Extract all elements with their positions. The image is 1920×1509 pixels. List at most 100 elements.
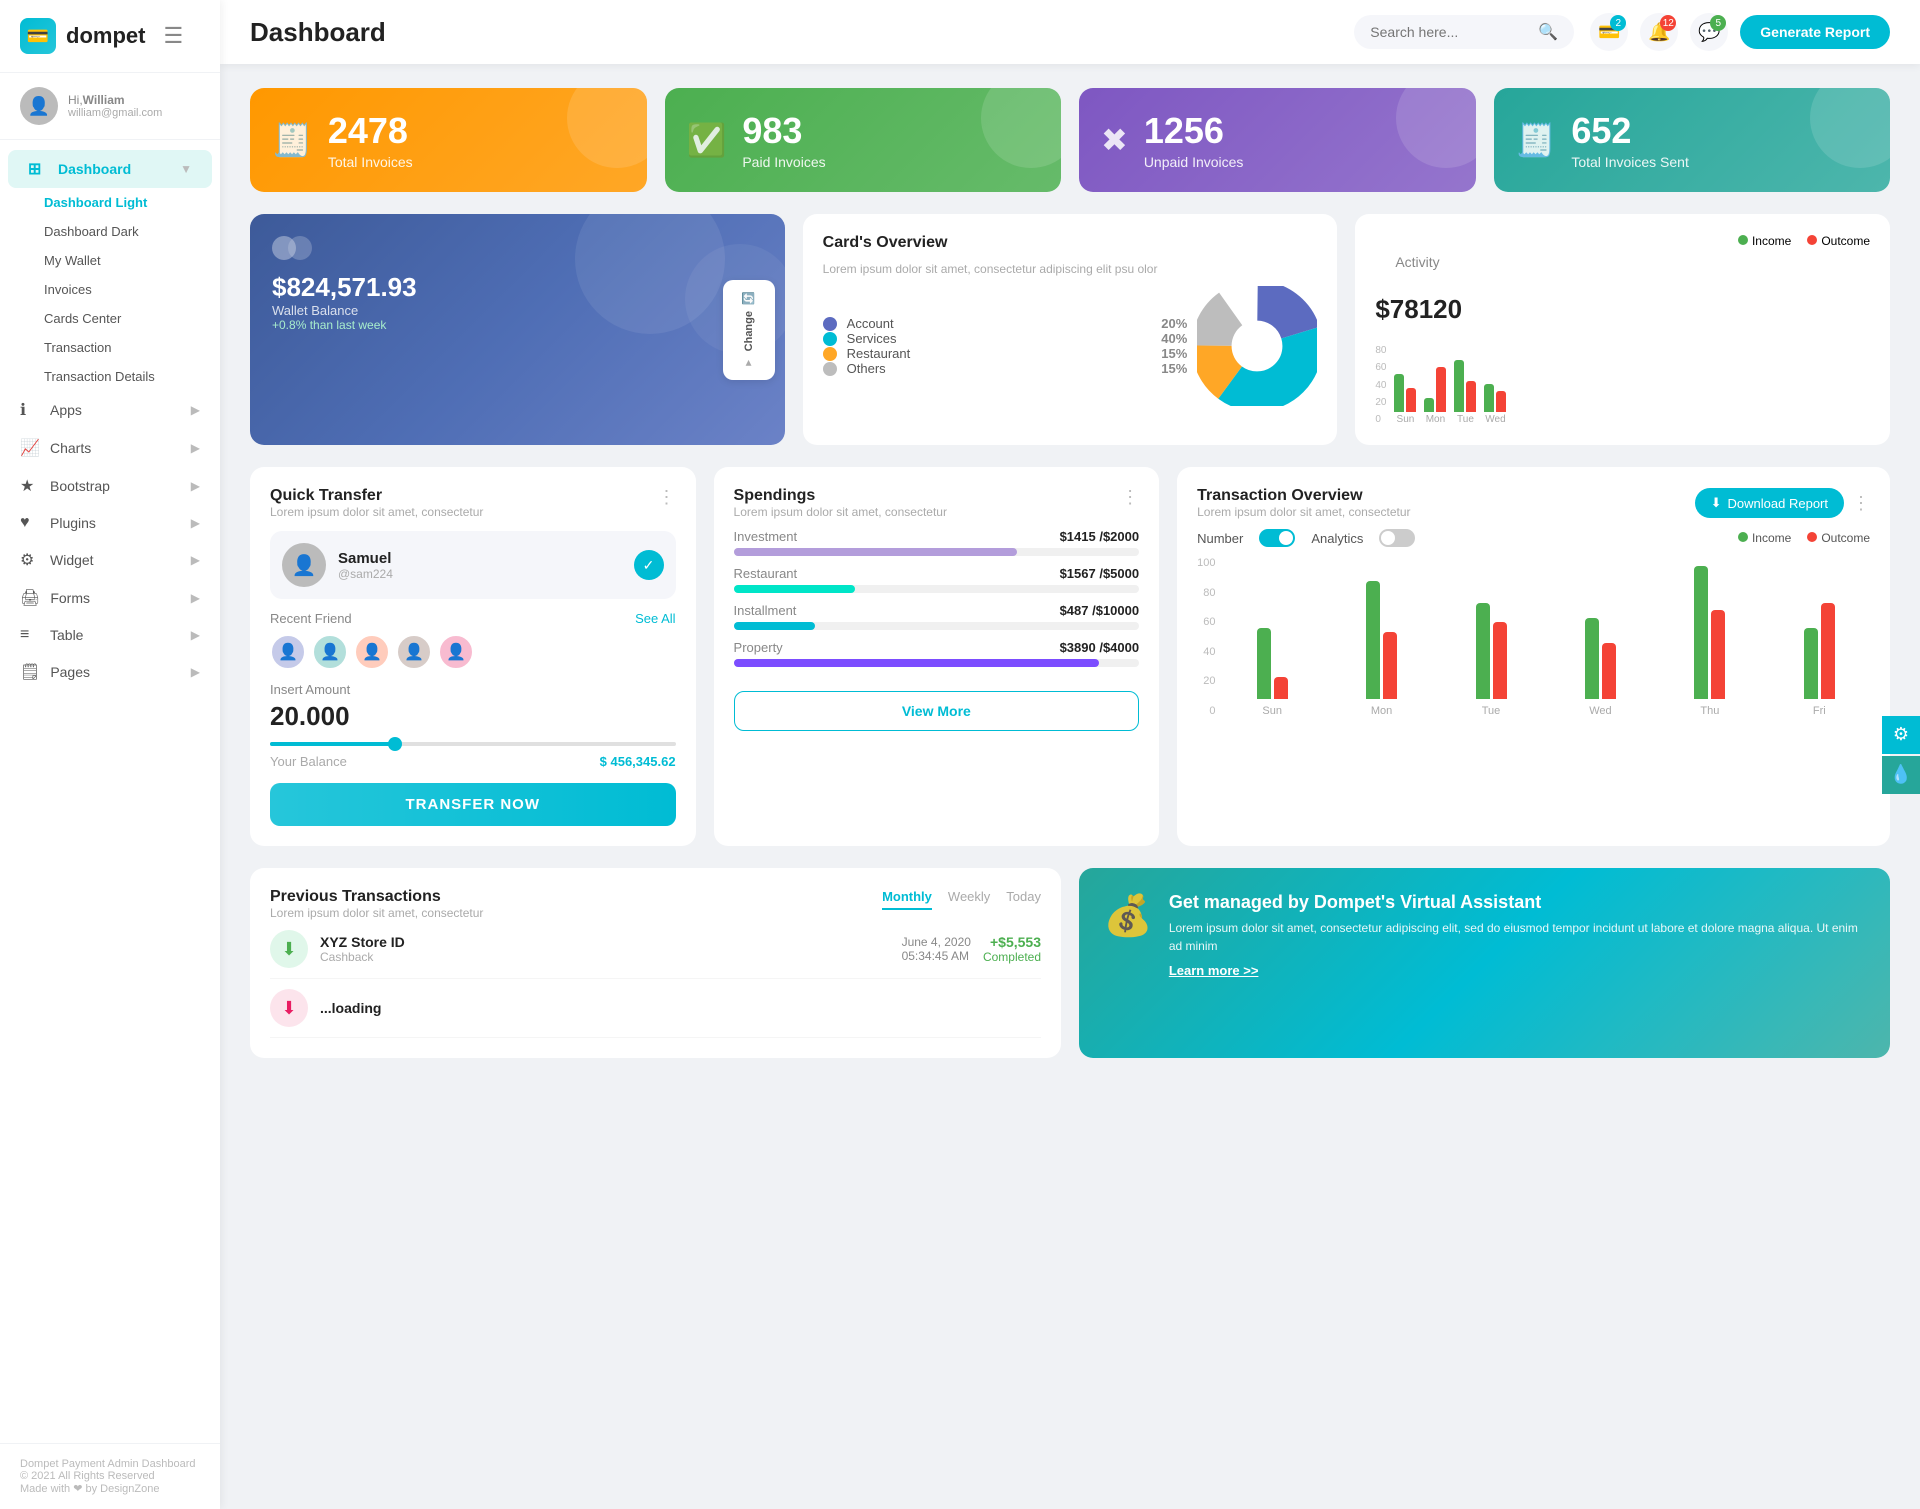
- slider-fill: [270, 742, 392, 746]
- chevron-icon: ▶: [191, 479, 200, 493]
- greeting: Hi,William: [68, 93, 162, 107]
- sidebar-item-label: Table: [50, 627, 83, 643]
- sidebar-item-dashboard[interactable]: ⊞ Dashboard ▼: [8, 150, 212, 188]
- sent-icon: 🧾: [1516, 121, 1556, 159]
- outcome-bar: [1602, 643, 1616, 699]
- tab-today[interactable]: Today: [1006, 889, 1041, 910]
- sidebar-item-plugins[interactable]: ♥ Plugins ▶: [0, 505, 220, 541]
- bar-label: Sun: [1397, 414, 1415, 425]
- change-button[interactable]: 🔄 Change ▼: [723, 280, 775, 380]
- sidebar-item-bootstrap[interactable]: ★ Bootstrap ▶: [0, 467, 220, 505]
- tx-amount: +$5,553: [983, 934, 1041, 950]
- unpaid-invoices-number: 1256: [1144, 110, 1244, 152]
- generate-report-button[interactable]: Generate Report: [1740, 15, 1890, 49]
- friend-avatar-1[interactable]: 👤: [270, 634, 306, 670]
- investment-label: Investment: [734, 529, 798, 544]
- tabs-row: Monthly Weekly Today: [882, 889, 1041, 910]
- toggle-row: Number Analytics Income Outcome: [1197, 529, 1870, 547]
- hamburger-menu[interactable]: ☰: [163, 23, 183, 49]
- sidebar-item-table[interactable]: ≡ Table ▶: [0, 617, 220, 653]
- prev-row: Previous Transactions Lorem ipsum dolor …: [250, 868, 1890, 1058]
- wallet-icon-btn[interactable]: 💳 2: [1590, 13, 1628, 51]
- installment-amount: $487 /$10000: [1060, 603, 1140, 618]
- bar-chart-area: 100806040200 Sun: [1197, 557, 1870, 717]
- sidebar-item-forms[interactable]: 🖨 Forms ▶: [0, 579, 220, 617]
- search-input[interactable]: [1370, 24, 1530, 40]
- analytics-toggle[interactable]: [1379, 529, 1415, 547]
- transfer-now-button[interactable]: TRANSFER NOW: [270, 783, 676, 826]
- chevron-icon: ▶: [191, 628, 200, 642]
- bar-group-sun: Sun: [1394, 342, 1416, 425]
- friend-avatar-2[interactable]: 👤: [312, 634, 348, 670]
- bar-group-wed: Wed: [1550, 551, 1651, 717]
- outcome-bar: [1493, 622, 1507, 699]
- sub-item-invoices[interactable]: Invoices: [44, 275, 200, 304]
- paid-icon: ✅: [687, 121, 727, 159]
- quick-transfer-card: Quick Transfer Lorem ipsum dolor sit ame…: [250, 467, 696, 846]
- sidebar-item-charts[interactable]: 📈 Charts ▶: [0, 429, 220, 467]
- sub-item-cards-center[interactable]: Cards Center: [44, 304, 200, 333]
- contact-avatar: 👤: [282, 543, 326, 587]
- activity-chart: 806040200 Sun: [1375, 345, 1870, 425]
- paid-invoices-label: Paid Invoices: [742, 154, 825, 170]
- chat-icon-btn[interactable]: 💬 5: [1690, 13, 1728, 51]
- tx-type: Cashback: [320, 950, 890, 964]
- sub-item-transaction-details[interactable]: Transaction Details: [44, 362, 200, 391]
- sidebar-item-apps[interactable]: ℹ Apps ▶: [0, 391, 220, 429]
- chevron-icon: ▶: [191, 553, 200, 567]
- sidebar-item-label: Charts: [50, 440, 91, 456]
- sub-item-dashboard-dark[interactable]: Dashboard Dark: [44, 217, 200, 246]
- view-more-button[interactable]: View More: [734, 691, 1140, 731]
- property-label: Property: [734, 640, 783, 655]
- number-toggle[interactable]: [1259, 529, 1295, 547]
- pages-icon: 🗒: [20, 662, 40, 682]
- settings-side-button[interactable]: ⚙: [1882, 716, 1920, 754]
- friend-avatar-4[interactable]: 👤: [396, 634, 432, 670]
- water-side-button[interactable]: 💧: [1882, 756, 1920, 794]
- sub-item-dashboard-light[interactable]: Dashboard Light: [44, 188, 200, 217]
- bar-label: Wed: [1485, 414, 1505, 425]
- restaurant-amount: $1567 /$5000: [1060, 566, 1140, 581]
- services-label: Services: [847, 331, 1152, 346]
- more-options-icon[interactable]: ⋮: [658, 487, 676, 508]
- income-bar: [1257, 628, 1271, 699]
- user-email: william@gmail.com: [68, 107, 162, 119]
- bell-icon-btn[interactable]: 🔔 12: [1640, 13, 1678, 51]
- header: Dashboard 🔍 💳 2 🔔 12 💬 5 Generate Report: [220, 0, 1920, 64]
- sidebar-item-label: Plugins: [50, 515, 96, 531]
- more-options-icon[interactable]: ⋮: [1121, 487, 1139, 508]
- property-amount: $3890 /$4000: [1060, 640, 1140, 655]
- amount-slider[interactable]: [270, 742, 676, 746]
- sidebar-item-pages[interactable]: 🗒 Pages ▶: [0, 653, 220, 691]
- overview-item-others: Others 15%: [823, 361, 1188, 376]
- change-label: Change: [743, 311, 755, 351]
- activity-legend: Income Outcome: [1738, 234, 1870, 248]
- friend-avatar-3[interactable]: 👤: [354, 634, 390, 670]
- spending-item-investment: Investment $1415 /$2000: [734, 529, 1140, 556]
- cards-overview-title: Card's Overview: [823, 234, 1318, 252]
- see-more-link[interactable]: See All: [635, 611, 675, 626]
- tx-icon: ⬇: [270, 930, 308, 968]
- y-axis-labels: 100806040200: [1197, 557, 1221, 717]
- chevron-icon: ▼: [180, 162, 192, 176]
- search-bar[interactable]: 🔍: [1354, 15, 1574, 49]
- friend-avatar-5[interactable]: 👤: [438, 634, 474, 670]
- more-options-icon[interactable]: ⋮: [1852, 493, 1870, 514]
- chevron-icon: ▶: [191, 516, 200, 530]
- outcome-legend: Outcome: [1807, 531, 1870, 545]
- stat-card-paid-invoices: ✅ 983 Paid Invoices: [665, 88, 1062, 192]
- chat-badge: 5: [1710, 15, 1726, 31]
- recent-friends: Recent Friend See All 👤 👤 👤 👤 👤: [270, 611, 676, 670]
- header-actions: 💳 2 🔔 12 💬 5 Generate Report: [1590, 13, 1890, 51]
- unpaid-icon: ✖: [1101, 121, 1128, 159]
- spendings-subtitle: Lorem ipsum dolor sit amet, consectetur: [734, 505, 947, 519]
- sub-item-my-wallet[interactable]: My Wallet: [44, 246, 200, 275]
- sidebar-item-widget[interactable]: ⚙ Widget ▶: [0, 541, 220, 579]
- chevron-icon: ▶: [191, 441, 200, 455]
- tab-weekly[interactable]: Weekly: [948, 889, 990, 910]
- download-report-button[interactable]: ⬇ Download Report: [1695, 488, 1844, 518]
- va-learn-more-link[interactable]: Learn more >>: [1169, 963, 1259, 978]
- sub-item-transaction[interactable]: Transaction: [44, 333, 200, 362]
- bar-group-mon: Mon: [1424, 342, 1446, 425]
- tab-monthly[interactable]: Monthly: [882, 889, 932, 910]
